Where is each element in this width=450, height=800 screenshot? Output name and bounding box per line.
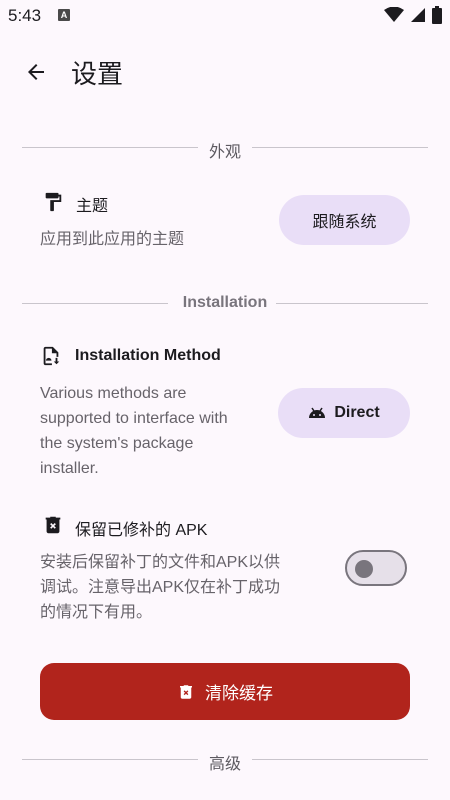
paint-roller-icon <box>45 192 62 212</box>
battery-icon <box>432 6 442 24</box>
signal-icon <box>411 8 425 22</box>
section-divider-advanced: 高级 <box>22 750 428 773</box>
status-icons <box>384 6 442 24</box>
keep-apk-desc-line: 的情况下有用。 <box>40 604 153 621</box>
theme-select-button[interactable]: 跟随系统 <box>279 195 410 245</box>
status-bar: 5:43 A <box>0 0 450 32</box>
delete-forever-icon <box>180 684 192 699</box>
keep-apk-title: 保留已修补的 APK <box>75 522 208 539</box>
theme-select-label: 跟随系统 <box>312 214 377 231</box>
notification-badge-icon: A <box>58 9 70 21</box>
section-header-installation: Installation <box>182 294 268 311</box>
theme-title: 主题 <box>76 198 109 215</box>
section-divider-installation: Installation <box>22 294 428 314</box>
keep-apk-toggle[interactable] <box>345 550 407 586</box>
keep-apk-desc-line: 安装后保留补丁的文件和APK以供 <box>40 554 281 571</box>
install-method-desc-line: the system's package <box>40 435 194 452</box>
install-method-desc-line: Various methods are <box>40 385 187 402</box>
keep-apk-description: 安装后保留补丁的文件和APK以供 调试。注意导出APK仅在补丁成功 的情况下有用… <box>40 550 320 625</box>
back-button[interactable] <box>16 52 56 92</box>
clear-cache-label: 清除缓存 <box>205 684 273 703</box>
app-bar: 设置 <box>0 40 450 104</box>
page-title: 设置 <box>71 59 124 89</box>
install-method-desc-line: installer. <box>40 460 99 477</box>
section-header-appearance: 外观 <box>208 144 241 161</box>
delete-forever-icon <box>45 516 61 534</box>
install-method-title: Installation Method <box>75 347 221 364</box>
clear-cache-button[interactable]: 清除缓存 <box>40 663 410 720</box>
toggle-knob <box>355 560 373 578</box>
section-divider-appearance: 外观 <box>22 138 428 161</box>
install-method-select-button[interactable]: Direct <box>278 388 410 438</box>
install-method-desc-line: supported to interface with <box>40 410 228 427</box>
install-method-select-label: Direct <box>334 404 380 421</box>
install-method-description: Various methods are supported to interfa… <box>40 381 270 481</box>
arrow-back-icon <box>28 64 44 80</box>
keep-apk-desc-line: 调试。注意导出APK仅在补丁成功 <box>40 579 281 596</box>
section-header-advanced: 高级 <box>208 756 241 773</box>
theme-description: 应用到此应用的主题 <box>40 231 185 248</box>
file-install-icon <box>43 346 60 366</box>
android-icon <box>309 407 326 418</box>
status-time: 5:43 <box>8 6 42 25</box>
wifi-icon <box>384 7 404 22</box>
